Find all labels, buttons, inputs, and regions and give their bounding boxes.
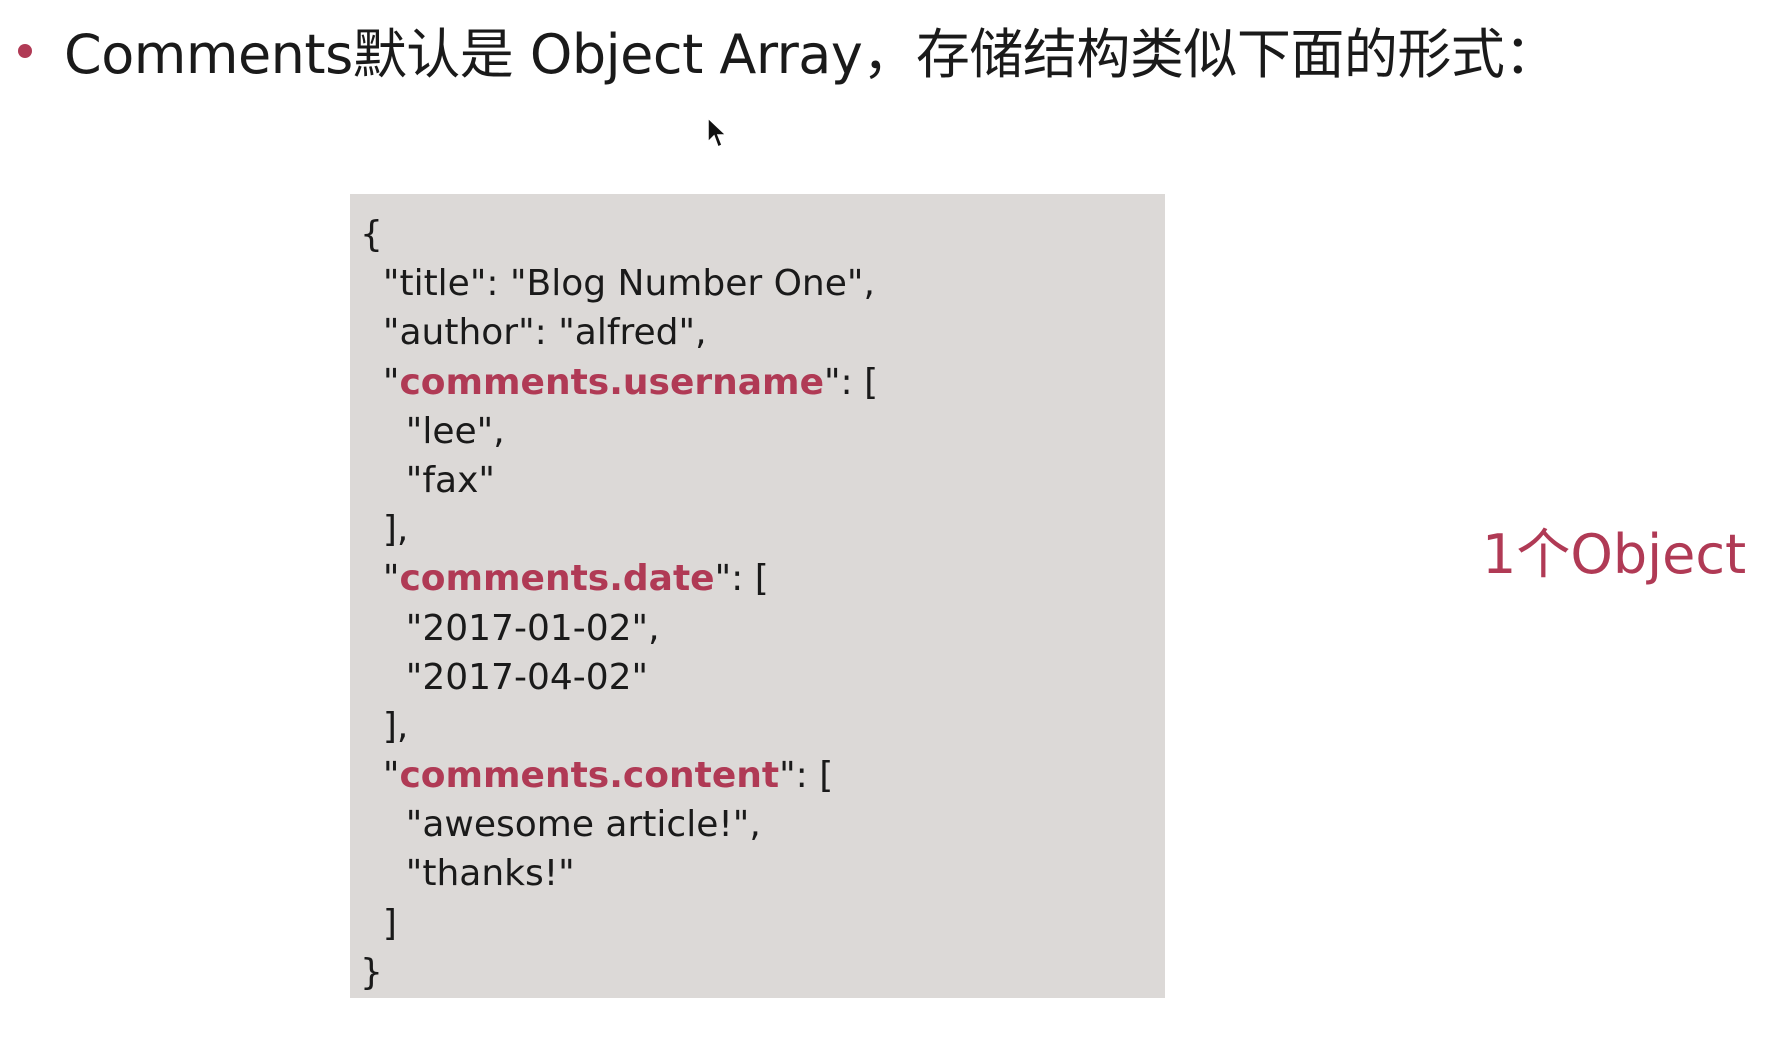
code-text: ": [	[779, 755, 834, 797]
code-text: ],	[382, 705, 409, 747]
code-line: {	[360, 210, 878, 259]
code-lines: { "title": "Blog Number One", "author": …	[360, 210, 878, 997]
code-line: "2017-04-02"	[360, 653, 878, 702]
slide-heading: Comments默认是 Object Array，存储结构类似下面的形式：	[64, 23, 1558, 86]
code-text: "awesome article!",	[405, 804, 761, 846]
code-line: "2017-01-02",	[360, 604, 878, 653]
code-text: "2017-01-02",	[405, 607, 660, 649]
code-text: ": [	[823, 361, 879, 403]
code-text: ": [	[714, 558, 769, 600]
code-line: "author": "alfred",	[360, 308, 878, 357]
code-key-highlight: comments.username	[399, 361, 824, 403]
code-block: { "title": "Blog Number One", "author": …	[350, 194, 1165, 998]
code-line: "thanks!"	[360, 849, 878, 898]
code-text: ]	[382, 902, 397, 944]
code-line: "fax"	[360, 456, 878, 505]
code-text: "title": "Blog Number One",	[382, 263, 875, 305]
code-line: }	[360, 948, 878, 997]
code-key-highlight: comments.content	[399, 755, 780, 797]
code-text: "	[382, 361, 400, 403]
code-text: "	[382, 558, 400, 600]
code-text: }	[360, 951, 383, 993]
code-text: ],	[382, 509, 409, 551]
code-line: ],	[360, 702, 878, 751]
code-line: "lee",	[360, 407, 878, 456]
code-line: "comments.date": [	[360, 554, 878, 603]
code-text: {	[360, 214, 383, 255]
code-text: "	[382, 755, 400, 797]
code-text: "author": "alfred",	[382, 312, 707, 354]
code-text: "thanks!"	[405, 853, 575, 895]
bullet-dot	[18, 44, 32, 58]
mouse-cursor-icon	[707, 116, 728, 149]
code-line: "title": "Blog Number One",	[360, 259, 878, 308]
code-text: "2017-04-02"	[405, 656, 649, 698]
object-count-label: 1个Object	[1482, 523, 1747, 586]
code-line: "comments.username": [	[360, 358, 878, 407]
code-line: "awesome article!",	[360, 800, 878, 849]
code-key-highlight: comments.date	[399, 558, 715, 600]
code-text: "fax"	[405, 459, 495, 501]
code-line: ],	[360, 505, 878, 554]
code-line: ]	[360, 899, 878, 948]
code-line: "comments.content": [	[360, 751, 878, 800]
code-text: "lee",	[405, 410, 505, 452]
